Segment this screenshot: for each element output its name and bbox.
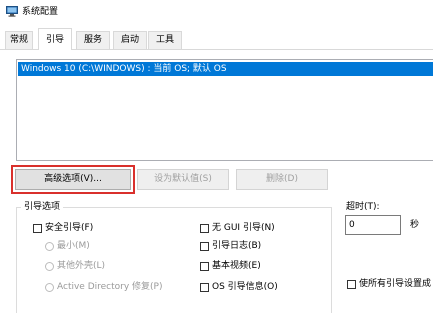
title-bar [0, 0, 433, 24]
tab-boot[interactable]: 引导 [38, 28, 72, 50]
advanced-options-button[interactable]: 高级选项(V)... [15, 169, 131, 190]
tab-tools[interactable]: 工具 [148, 31, 182, 49]
delete-button[interactable]: 删除(D) [236, 169, 328, 190]
minimal-radio[interactable] [45, 242, 54, 251]
boot-options-title: 引导选项 [21, 201, 64, 213]
tab-services[interactable]: 服务 [76, 31, 110, 49]
os-list-item-selected[interactable]: Windows 10 (C:\WINDOWS) : 当前 OS; 默认 OS [18, 62, 433, 76]
tab-startup[interactable]: 启动 [113, 31, 147, 49]
safe-boot-checkbox[interactable] [33, 224, 42, 233]
set-default-button[interactable]: 设为默认值(S) [137, 169, 229, 190]
timeout-unit-label: 秒 [410, 220, 420, 230]
active-directory-label: Active Directory 修复(P) [57, 282, 163, 292]
system-config-icon [6, 6, 18, 17]
window-title: 系统配置 [22, 7, 59, 17]
boot-log-checkbox[interactable] [200, 242, 209, 251]
make-permanent-checkbox[interactable] [347, 280, 356, 289]
os-boot-info-label: OS 引导信息(O) [212, 282, 278, 292]
boot-log-label: 引导日志(B) [212, 241, 262, 251]
alternate-shell-radio[interactable] [45, 262, 54, 271]
no-gui-boot-label: 无 GUI 引导(N) [212, 223, 275, 233]
timeout-input[interactable]: 0 [345, 215, 401, 235]
base-video-label: 基本视频(E) [212, 261, 261, 271]
safe-boot-label: 安全引导(F) [45, 223, 94, 233]
tab-general[interactable]: 常规 [5, 31, 33, 49]
make-permanent-label: 使所有引导设置成 [359, 279, 432, 289]
os-boot-info-checkbox[interactable] [200, 283, 209, 292]
timeout-label: 超时(T): [346, 202, 380, 212]
active-directory-radio[interactable] [45, 283, 54, 292]
no-gui-boot-checkbox[interactable] [200, 224, 209, 233]
base-video-checkbox[interactable] [200, 262, 209, 271]
alternate-shell-label: 其他外壳(L) [57, 261, 106, 271]
minimal-label: 最小(M) [57, 241, 90, 251]
